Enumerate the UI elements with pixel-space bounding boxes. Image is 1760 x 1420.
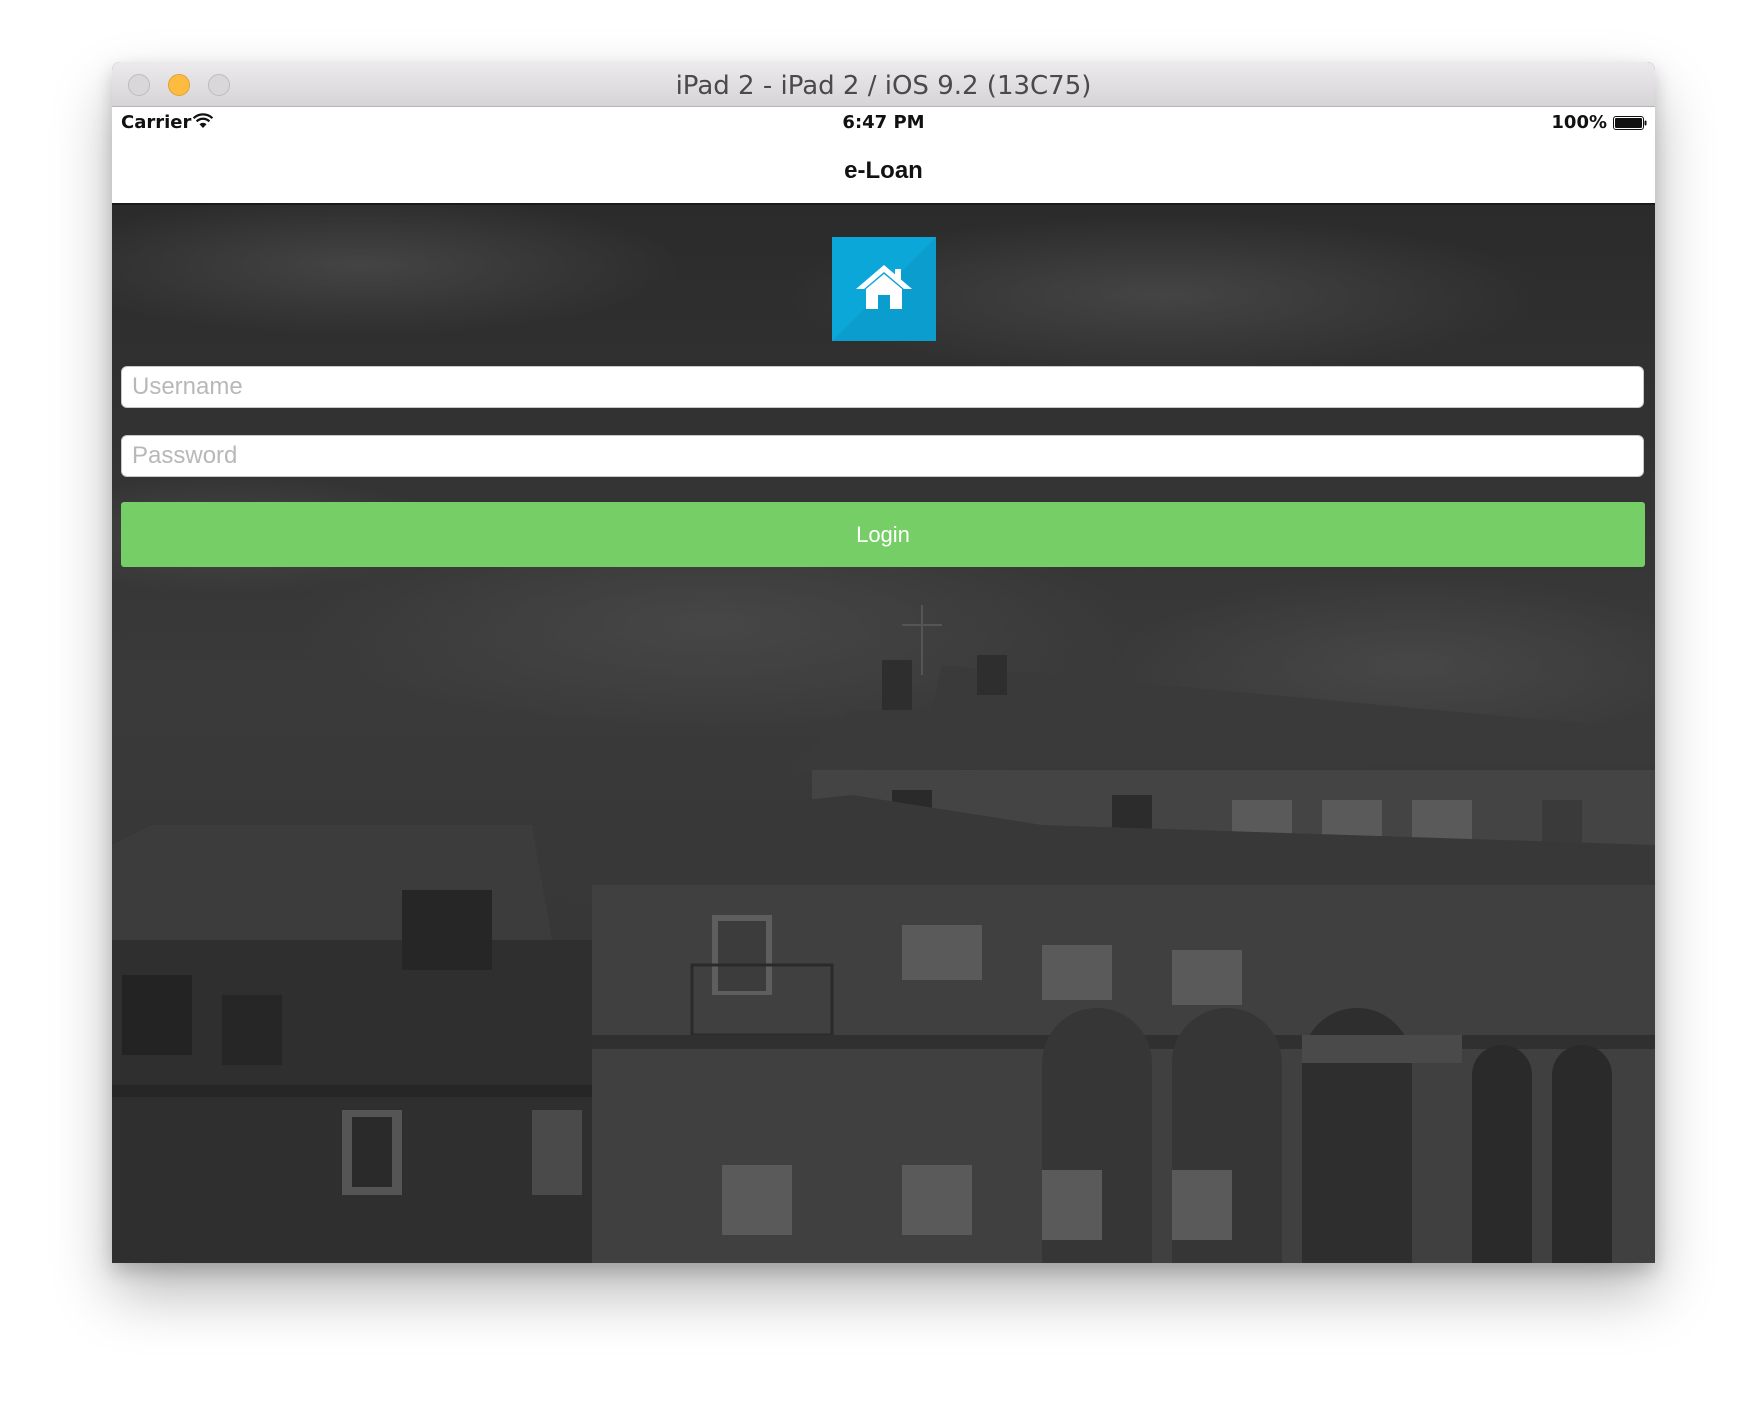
nav-title: e-Loan: [844, 157, 923, 184]
background-photo: [112, 205, 1655, 1263]
navigation-bar: e-Loan: [112, 137, 1655, 205]
status-time: 6:47 PM: [842, 112, 925, 133]
simulator-window: iPad 2 - iPad 2 / iOS 9.2 (13C75) Carrie…: [112, 62, 1655, 1263]
window-title: iPad 2 - iPad 2 / iOS 9.2 (13C75): [675, 71, 1092, 101]
window-titlebar[interactable]: iPad 2 - iPad 2 / iOS 9.2 (13C75): [112, 62, 1655, 107]
house-icon: [832, 237, 936, 341]
login-button[interactable]: Login: [121, 502, 1645, 567]
username-field[interactable]: [121, 366, 1644, 408]
login-screen: Login: [112, 205, 1655, 1263]
app-logo: [832, 237, 936, 341]
ios-status-bar: Carrier 6:47 PM 100%: [112, 107, 1655, 137]
password-field[interactable]: [121, 435, 1644, 477]
battery-icon: [1613, 116, 1647, 130]
battery-percentage: 100%: [1551, 112, 1607, 133]
